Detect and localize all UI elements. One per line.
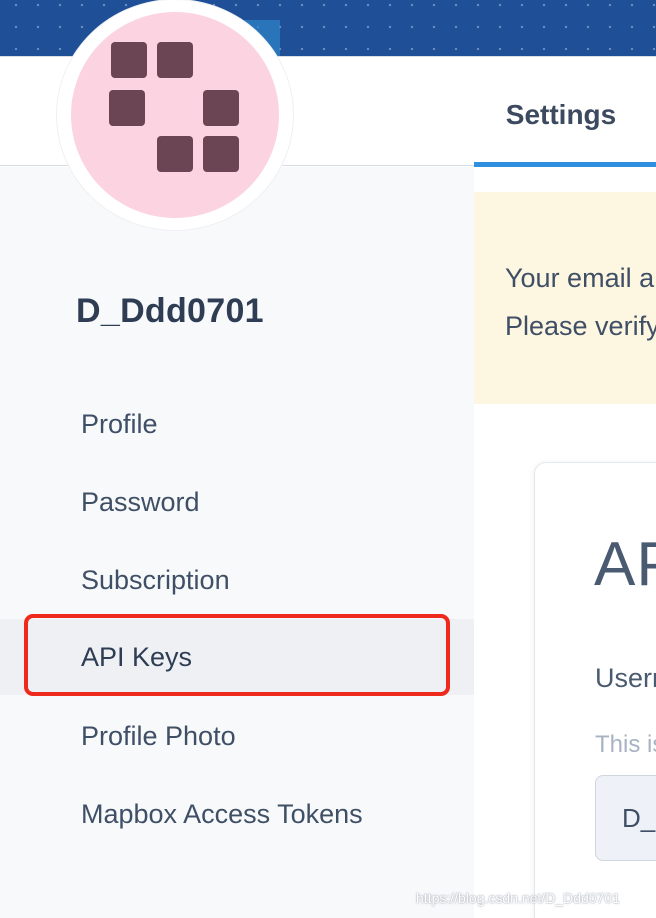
sidebar-item-password[interactable]: Password <box>0 464 474 540</box>
username: D_Ddd0701 <box>76 292 264 330</box>
sidebar-item-api-keys[interactable]: API Keys <box>0 619 474 695</box>
avatar-pattern-block <box>203 136 239 172</box>
notice-line-2: Please verify <box>505 311 656 341</box>
sidebar-item-profile[interactable]: Profile <box>0 386 474 462</box>
card-title: AP <box>594 530 656 599</box>
avatar-pattern-block <box>157 42 193 78</box>
avatar-pattern-block <box>157 136 193 172</box>
notice-line-1: Your email a <box>505 263 655 293</box>
tab-settings[interactable]: Settings <box>474 57 656 167</box>
username-label: Userr <box>595 663 656 693</box>
avatar[interactable] <box>57 0 293 230</box>
avatar-pattern-block <box>109 90 145 126</box>
api-keys-card: AP Userr This is <box>534 462 656 918</box>
avatar-image <box>71 12 279 218</box>
avatar-pattern-block <box>111 42 147 78</box>
watermark: https://blog.csdn.net/D_Ddd0701 <box>416 890 620 906</box>
sidebar-item-subscription[interactable]: Subscription <box>0 542 474 618</box>
email-verification-notice: Your email a Please verify <box>474 192 656 404</box>
username-hint: This is <box>595 731 656 758</box>
sidebar-item-mapbox-access-tokens[interactable]: Mapbox Access Tokens <box>0 776 474 852</box>
sidebar-item-profile-photo[interactable]: Profile Photo <box>0 698 474 774</box>
avatar-pattern-block <box>203 90 239 126</box>
username-field[interactable] <box>595 775 656 861</box>
